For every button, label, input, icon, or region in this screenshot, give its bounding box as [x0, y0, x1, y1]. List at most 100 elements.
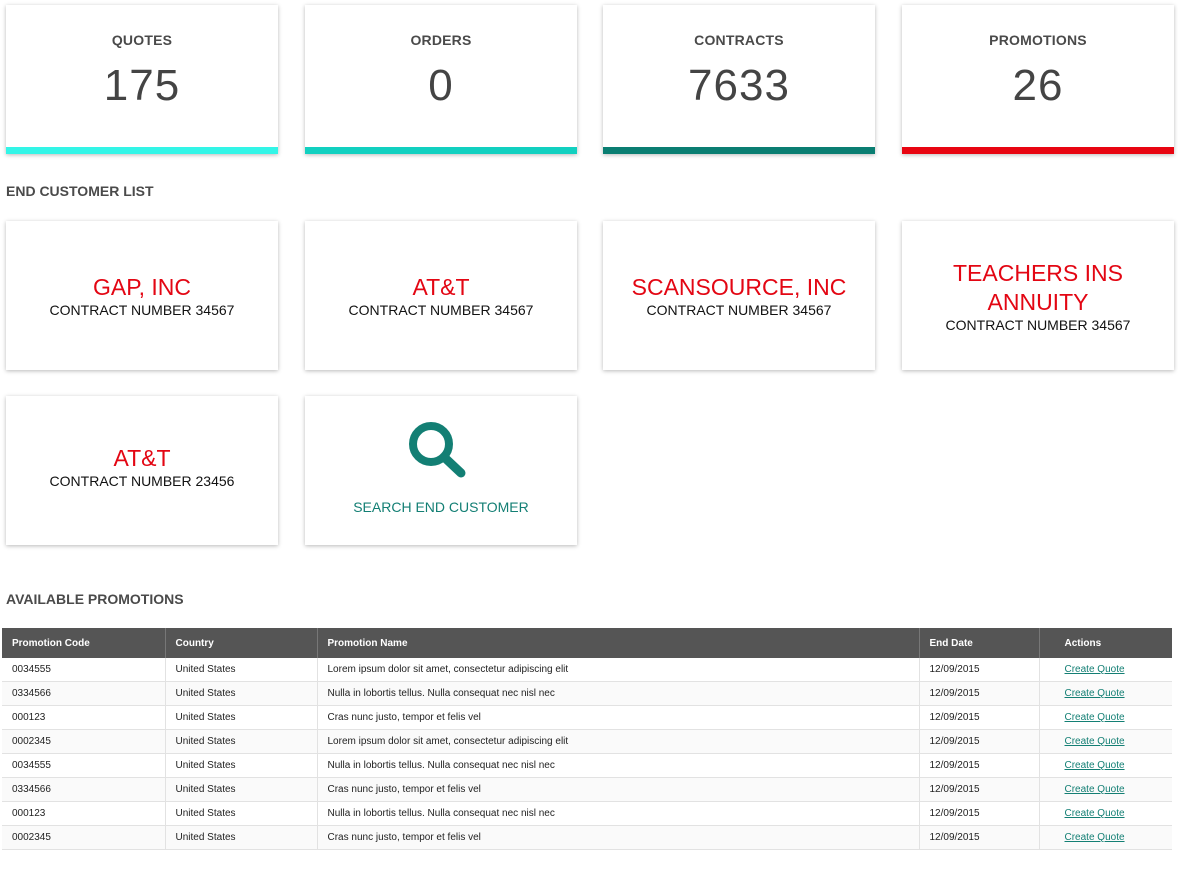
promotion-name-cell: Nulla in lobortis tellus. Nulla consequa…: [317, 801, 920, 826]
table-header-row: Promotion Code Country Promotion Name En…: [2, 628, 1172, 658]
table-row: 0034555 United States Nulla in lobortis te…: [2, 753, 1172, 778]
stat-card-contracts[interactable]: CONTRACTS 7633: [603, 5, 875, 154]
create-quote-link[interactable]: Create Quote: [1065, 712, 1125, 723]
promotion-name-cell: Nulla in lobortis tellus. Nulla consequa…: [317, 753, 920, 778]
table-row: 0002345 United States Cras nunc justo, tem…: [2, 825, 1172, 850]
table-row: 0002345 United States Lorem ipsum dolor si…: [2, 729, 1172, 754]
customer-card-att[interactable]: AT&T CONTRACT NUMBER 34567: [305, 221, 577, 370]
end-date-cell: 12/09/2015: [919, 777, 1040, 802]
country-cell: United States: [165, 777, 318, 802]
promotion-code-cell: 0002345: [2, 729, 166, 754]
customer-contract-number: CONTRACT NUMBER 23456: [49, 473, 235, 489]
promotion-name-cell: Cras nunc justo, tempor et felis vel: [317, 705, 920, 730]
stat-accent-bar: [603, 147, 875, 154]
stat-label: ORDERS: [410, 32, 472, 48]
actions-cell: Create Quote: [1039, 705, 1172, 730]
table-row: 000123 United States Nulla in lobortis tel…: [2, 801, 1172, 826]
customer-name: SCANSOURCE, INC: [631, 274, 847, 300]
end-date-cell: 12/09/2015: [919, 753, 1040, 778]
actions-cell: Create Quote: [1039, 753, 1172, 778]
end-date-cell: 12/09/2015: [919, 801, 1040, 826]
promotion-code-cell: 0034555: [2, 753, 166, 778]
search-icon: [409, 422, 466, 478]
stat-value: 7633: [688, 61, 790, 110]
stat-card-quotes[interactable]: QUOTES 175: [6, 5, 278, 154]
search-end-customer-label: SEARCH END CUSTOMER: [353, 499, 529, 515]
promotion-code-cell: 0334566: [2, 681, 166, 706]
stat-accent-bar: [6, 147, 278, 154]
stat-value: 0: [428, 61, 454, 110]
actions-cell: Create Quote: [1039, 825, 1172, 850]
create-quote-link[interactable]: Create Quote: [1065, 688, 1125, 699]
country-cell: United States: [165, 825, 318, 850]
table-row: 0334566 United States Cras nunc justo, tem…: [2, 777, 1172, 802]
customer-contract-number: CONTRACT NUMBER 34567: [348, 302, 534, 318]
create-quote-link[interactable]: Create Quote: [1065, 760, 1125, 771]
promotion-name-cell: Lorem ipsum dolor sit amet, consectetur …: [317, 658, 920, 682]
column-header-end-date[interactable]: End Date: [919, 628, 1040, 658]
customer-card-teachers[interactable]: TEACHERS INS ANNUITY CONTRACT NUMBER 345…: [902, 221, 1174, 370]
table-row: 000123 United States Cras nunc justo, temp…: [2, 705, 1172, 730]
end-date-cell: 12/09/2015: [919, 825, 1040, 850]
create-quote-link[interactable]: Create Quote: [1065, 736, 1125, 747]
table-row: 0034555 United States Lorem ipsum dolor si…: [2, 658, 1172, 682]
stat-accent-bar: [305, 147, 577, 154]
column-header-country[interactable]: Country: [165, 628, 318, 658]
promotion-code-cell: 0334566: [2, 777, 166, 802]
customer-contract-number: CONTRACT NUMBER 34567: [646, 302, 832, 318]
customer-name: AT&T: [412, 274, 470, 300]
end-date-cell: 12/09/2015: [919, 729, 1040, 754]
promotion-code-cell: 000123: [2, 705, 166, 730]
column-header-promotion-name[interactable]: Promotion Name: [317, 628, 920, 658]
stat-value: 175: [103, 61, 181, 110]
stat-label: CONTRACTS: [694, 32, 784, 48]
column-header-promotion-code[interactable]: Promotion Code: [2, 628, 166, 658]
customer-contract-number: CONTRACT NUMBER 34567: [49, 302, 235, 318]
country-cell: United States: [165, 705, 318, 730]
promotion-code-cell: 000123: [2, 801, 166, 826]
customer-card-scansource[interactable]: SCANSOURCE, INC CONTRACT NUMBER 34567: [603, 221, 875, 370]
customer-name: GAP, INC: [93, 274, 191, 300]
customer-name: AT&T: [113, 445, 171, 471]
promotion-name-cell: Cras nunc justo, tempor et felis vel: [317, 825, 920, 850]
stat-value: 26: [1012, 61, 1064, 110]
country-cell: United States: [165, 658, 318, 682]
actions-cell: Create Quote: [1039, 681, 1172, 706]
stat-label: PROMOTIONS: [989, 32, 1087, 48]
create-quote-link[interactable]: Create Quote: [1065, 664, 1125, 675]
create-quote-link[interactable]: Create Quote: [1065, 808, 1125, 819]
customer-name: TEACHERS INS ANNUITY: [953, 259, 1123, 315]
promotions-table-body: 0034555 United States Lorem ipsum dolor si…: [2, 658, 1172, 850]
search-end-customer-card[interactable]: SEARCH END CUSTOMER: [305, 396, 577, 545]
country-cell: United States: [165, 729, 318, 754]
promotions-table: Promotion Code Country Promotion Name En…: [2, 628, 1172, 850]
customer-card-gap[interactable]: GAP, INC CONTRACT NUMBER 34567: [6, 221, 278, 370]
actions-cell: Create Quote: [1039, 801, 1172, 826]
stat-card-orders[interactable]: ORDERS 0: [305, 5, 577, 154]
actions-cell: Create Quote: [1039, 658, 1172, 682]
country-cell: United States: [165, 681, 318, 706]
stat-card-promotions[interactable]: PROMOTIONS 26: [902, 5, 1174, 154]
table-row: 0334566 United States Nulla in lobortis te…: [2, 681, 1172, 706]
country-cell: United States: [165, 753, 318, 778]
actions-cell: Create Quote: [1039, 729, 1172, 754]
promotion-code-cell: 0002345: [2, 825, 166, 850]
promotion-name-cell: Lorem ipsum dolor sit amet, consectetur …: [317, 729, 920, 754]
column-header-actions: Actions: [1039, 628, 1172, 658]
promotion-name-cell: Cras nunc justo, tempor et felis vel: [317, 777, 920, 802]
available-promotions-title: AVAILABLE PROMOTIONS: [6, 591, 184, 607]
create-quote-link[interactable]: Create Quote: [1065, 832, 1125, 843]
country-cell: United States: [165, 801, 318, 826]
end-date-cell: 12/09/2015: [919, 658, 1040, 682]
promotion-code-cell: 0034555: [2, 658, 166, 682]
end-date-cell: 12/09/2015: [919, 681, 1040, 706]
stat-label: QUOTES: [111, 32, 173, 48]
customer-contract-number: CONTRACT NUMBER 34567: [945, 316, 1131, 333]
create-quote-link[interactable]: Create Quote: [1065, 784, 1125, 795]
actions-cell: Create Quote: [1039, 777, 1172, 802]
end-customer-list-title: END CUSTOMER LIST: [6, 183, 154, 199]
customer-card-att-2[interactable]: AT&T CONTRACT NUMBER 23456: [6, 396, 278, 545]
end-date-cell: 12/09/2015: [919, 705, 1040, 730]
promotion-name-cell: Nulla in lobortis tellus. Nulla consequa…: [317, 681, 920, 706]
stat-accent-bar: [902, 147, 1174, 154]
